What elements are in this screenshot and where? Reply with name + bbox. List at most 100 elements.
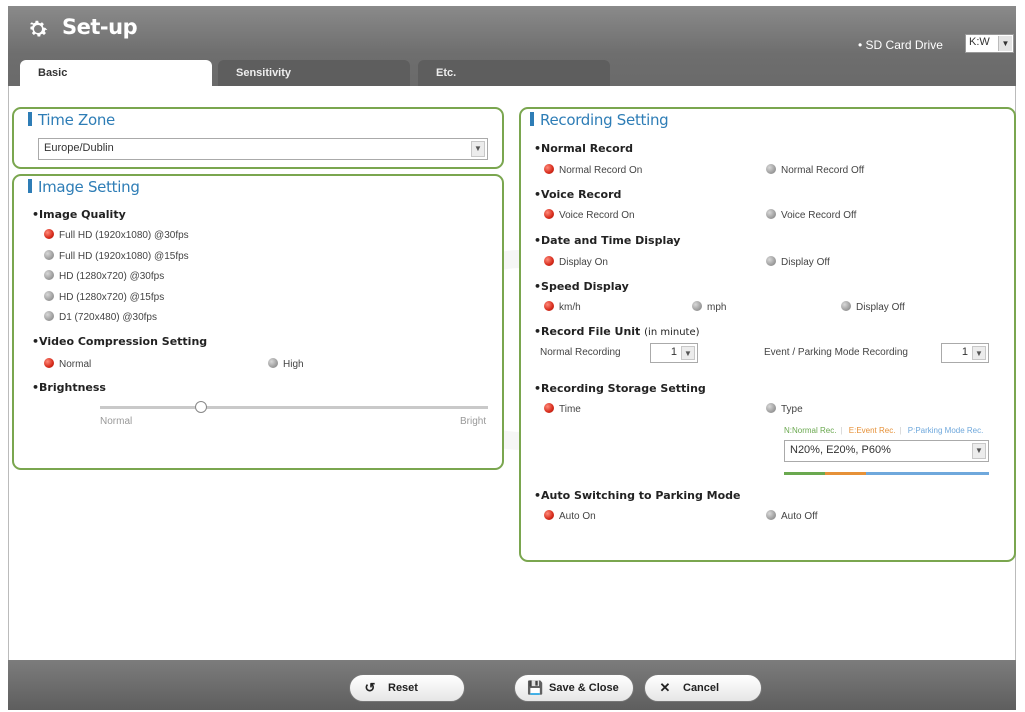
close-icon: ✕ [659, 680, 671, 695]
chevron-down-icon: ▼ [471, 141, 485, 157]
radio-unselected-icon [44, 250, 54, 260]
storage-ratio-select[interactable]: N20%, E20%, P60% ▼ [784, 440, 989, 462]
compression-high-option[interactable]: High [268, 358, 304, 370]
auto-switch-label: Auto Switching to Parking Mode [534, 489, 740, 502]
storage-bar-parking [866, 472, 989, 475]
time-zone-value: Europe/Dublin [44, 142, 114, 154]
radio-selected-icon [544, 301, 554, 311]
image-setting-title: Image Setting [28, 178, 140, 196]
radio-selected-icon [544, 510, 554, 520]
quality-option-label: Full HD (1920x1080) @15fps [59, 251, 189, 262]
option-label: Normal Record On [559, 165, 643, 176]
option-label: Time [559, 404, 581, 415]
sd-card-drive-value: K:W [969, 36, 990, 48]
recording-setting-title: Recording Setting [530, 111, 669, 129]
option-label: Voice Record Off [781, 210, 857, 221]
record-file-unit-text: Record File Unit [541, 325, 641, 338]
option-label: Display Off [781, 257, 830, 268]
storage-time-option[interactable]: Time [544, 403, 581, 415]
radio-selected-icon [544, 403, 554, 413]
option-label: Auto On [559, 511, 596, 522]
quality-option-label: HD (1280x720) @30fps [59, 271, 165, 282]
quality-option-label: Full HD (1920x1080) @30fps [59, 230, 189, 241]
compression-label: Video Compression Setting [32, 335, 207, 348]
storage-bar-normal [784, 472, 825, 475]
compression-normal-option[interactable]: Normal [44, 358, 91, 370]
sd-card-drive-select[interactable]: K:W ▼ [965, 34, 1014, 53]
record-file-unit-label: Record File Unit (in minute) [534, 325, 700, 338]
event-parking-select[interactable]: 1 ▼ [941, 343, 989, 363]
quality-option[interactable]: HD (1280x720) @15fps [44, 291, 164, 303]
speed-kmh-option[interactable]: km/h [544, 301, 581, 313]
normal-recording-select[interactable]: 1 ▼ [650, 343, 698, 363]
radio-selected-icon [544, 164, 554, 174]
voice-record-on-option[interactable]: Voice Record On [544, 209, 635, 221]
reset-button[interactable]: ↺ Reset [349, 674, 465, 702]
event-parking-value: 1 [961, 346, 968, 358]
chevron-down-icon: ▼ [972, 346, 986, 360]
radio-selected-icon [544, 256, 554, 266]
chevron-down-icon: ▼ [998, 36, 1012, 51]
storage-setting-label: Recording Storage Setting [534, 382, 706, 395]
radio-unselected-icon [44, 291, 54, 301]
speed-mph-option[interactable]: mph [692, 301, 726, 313]
radio-selected-icon [544, 209, 554, 219]
option-label: Normal Record Off [781, 165, 865, 176]
radio-unselected-icon [692, 301, 702, 311]
datetime-on-option[interactable]: Display On [544, 256, 608, 268]
radio-unselected-icon [766, 510, 776, 520]
radio-unselected-icon [766, 403, 776, 413]
brightness-label: Brightness [32, 381, 106, 394]
radio-unselected-icon [841, 301, 851, 311]
radio-selected-icon [44, 358, 54, 368]
brightness-min-label: Normal [100, 416, 133, 427]
tab-sensitivity[interactable]: Sensitivity [218, 60, 410, 86]
normal-recording-value: 1 [670, 346, 677, 358]
radio-unselected-icon [766, 164, 776, 174]
speed-off-option[interactable]: Display Off [841, 301, 905, 313]
cancel-label: Cancel [683, 682, 720, 694]
radio-unselected-icon [766, 209, 776, 219]
voice-record-label: Voice Record [534, 188, 621, 201]
cancel-button[interactable]: ✕ Cancel [644, 674, 762, 702]
time-zone-title: Time Zone [28, 111, 115, 129]
auto-off-option[interactable]: Auto Off [766, 510, 818, 522]
compression-high-label: High [283, 359, 304, 370]
radio-unselected-icon [44, 270, 54, 280]
radio-selected-icon [44, 229, 54, 239]
reset-label: Reset [388, 682, 418, 694]
quality-option[interactable]: D1 (720x480) @30fps [44, 311, 157, 323]
brightness-slider-handle[interactable] [195, 401, 207, 413]
radio-unselected-icon [766, 256, 776, 266]
brightness-slider-track[interactable] [100, 406, 488, 409]
option-label: Voice Record On [559, 210, 635, 221]
time-zone-select[interactable]: Europe/Dublin ▼ [38, 138, 488, 160]
speed-display-label: Speed Display [534, 280, 629, 293]
sd-card-drive-label: • SD Card Drive [858, 38, 943, 52]
quality-option[interactable]: Full HD (1920x1080) @30fps [44, 229, 189, 241]
quality-option[interactable]: Full HD (1920x1080) @15fps [44, 250, 189, 262]
save-close-button[interactable]: 💾 Save & Close [514, 674, 634, 702]
gear-icon [29, 20, 48, 37]
tab-basic[interactable]: Basic [20, 60, 212, 86]
option-label: mph [707, 302, 727, 313]
radio-unselected-icon [268, 358, 278, 368]
normal-record-off-option[interactable]: Normal Record Off [766, 164, 864, 176]
quality-option-label: HD (1280x720) @15fps [59, 292, 165, 303]
voice-record-off-option[interactable]: Voice Record Off [766, 209, 856, 221]
normal-record-on-option[interactable]: Normal Record On [544, 164, 642, 176]
normal-record-label: Normal Record [534, 142, 633, 155]
tab-etc[interactable]: Etc. [418, 60, 610, 86]
quality-option-label: D1 (720x480) @30fps [59, 312, 157, 323]
datetime-off-option[interactable]: Display Off [766, 256, 830, 268]
save-close-label: Save & Close [549, 682, 619, 694]
event-parking-label: Event / Parking Mode Recording [764, 347, 908, 358]
reset-icon: ↺ [364, 680, 376, 695]
auto-on-option[interactable]: Auto On [544, 510, 596, 522]
option-label: Type [781, 404, 803, 415]
save-icon: 💾 [527, 680, 544, 695]
chevron-down-icon: ▼ [972, 443, 986, 459]
storage-type-option[interactable]: Type [766, 403, 803, 415]
normal-recording-label: Normal Recording [540, 347, 621, 358]
quality-option[interactable]: HD (1280x720) @30fps [44, 270, 164, 282]
